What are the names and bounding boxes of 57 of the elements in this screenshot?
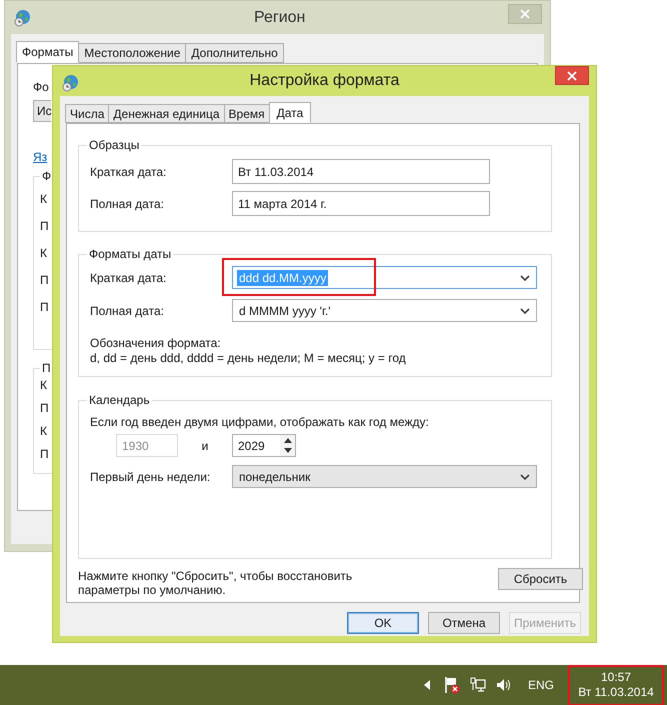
field-label: П (40, 446, 50, 462)
group-title: Календарь (87, 393, 152, 408)
sample-field: Вт 11.03.2014 (232, 159, 490, 184)
language-indicator[interactable]: ENG (528, 678, 554, 692)
globe-icon (61, 74, 79, 92)
chevron-icon (520, 308, 530, 314)
legend-title: Обозначения формата: (90, 336, 222, 350)
window-title: Регион (254, 9, 306, 27)
group-title: Ф (40, 169, 54, 183)
tab[interactable]: Время (224, 104, 270, 123)
close-icon (567, 70, 577, 80)
reset-button[interactable]: Сбросить (498, 568, 583, 590)
tab[interactable]: Дата (268, 102, 312, 123)
clock[interactable]: 10:57 Вт 11.03.2014 (568, 664, 664, 705)
field-label: К (40, 423, 48, 439)
format-combo[interactable]: d MMMM yyyy 'г.' (232, 299, 537, 322)
group-title: П (40, 361, 53, 375)
language-link[interactable]: Яз (33, 150, 48, 164)
chevron-icon (520, 474, 530, 480)
dialog-button[interactable]: OK (347, 612, 419, 634)
field-label: П (40, 272, 50, 288)
field-label: П (40, 218, 50, 234)
format-label: Фо (33, 80, 49, 94)
field-label: К (40, 191, 48, 207)
chevron-left-icon[interactable] (424, 680, 430, 690)
close-button[interactable] (555, 66, 589, 85)
close-icon (520, 9, 530, 19)
dialog-button[interactable]: Отмена (428, 612, 500, 634)
legend-text: d, dd = день ddd, dddd = день недели; M = месяц; y = год (90, 351, 407, 365)
field-label: Первый день недели: (90, 470, 212, 484)
field-label: Краткая дата: (90, 270, 168, 284)
field-label: Краткая дата: (90, 164, 168, 178)
field-label: К (40, 245, 48, 261)
chevron-icon (520, 274, 530, 280)
tab[interactable]: Местоположение (78, 43, 186, 63)
tab[interactable]: Форматы (16, 41, 80, 63)
tab[interactable]: Денежная единица (108, 104, 225, 123)
network-icon[interactable] (470, 677, 486, 693)
group-title: Форматы даты (87, 247, 174, 262)
tab[interactable]: Дополнительно (185, 43, 284, 63)
and-label: и (200, 438, 210, 452)
tab[interactable]: Числа (65, 104, 110, 123)
group-title: Образцы (87, 138, 142, 153)
dialog-title: Настройка формата (248, 72, 400, 90)
globe-icon (13, 9, 31, 27)
flag-icon[interactable] (444, 676, 460, 694)
instruction-text: Если год введен двумя цифрами, отображать как год между: (90, 415, 430, 429)
field-label: К (40, 377, 48, 393)
field-label: Полная дата: (90, 304, 165, 318)
field-label: П (40, 299, 50, 315)
sample-field: 11 марта 2014 г. (232, 191, 490, 216)
speaker-icon[interactable] (496, 678, 512, 692)
field-label: П (40, 400, 50, 416)
reset-note: Нажмите кнопку "Сбросить", чтобы восстановить параметры по умолчанию. (78, 569, 352, 597)
format-dropdown[interactable]: Ис (33, 100, 51, 122)
field-label: Полная дата: (90, 196, 165, 210)
weekday-dropdown[interactable]: понедельник (232, 465, 537, 488)
